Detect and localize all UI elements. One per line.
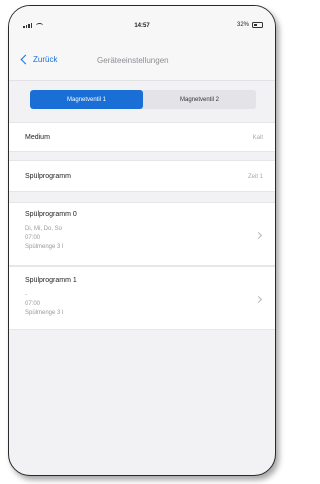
battery-percent: 32% bbox=[236, 22, 249, 28]
phone-frame: 14:57 32% Zurück Geräteeinstellungen Mag… bbox=[8, 5, 276, 476]
navigation-bar: Zurück Geräteeinstellungen bbox=[9, 44, 275, 81]
program-1-days: - bbox=[25, 292, 27, 298]
valve-segmented-control: Magnetventil 1 Magnetventil 2 bbox=[30, 90, 256, 109]
program-0-amount: Spülmenge 3 l bbox=[25, 244, 64, 250]
page-title: Geräteeinstellungen bbox=[97, 56, 169, 65]
medium-value: Kalt bbox=[252, 135, 263, 141]
program-value: Zeit 1 bbox=[247, 174, 263, 180]
battery-icon bbox=[252, 22, 263, 28]
chevron-right-icon bbox=[254, 295, 263, 304]
program-0-title: Spülprogramm 0 bbox=[25, 211, 77, 218]
program-0-row[interactable]: Spülprogramm 0 Di, Mi, Do, So 07:00 Spül… bbox=[9, 202, 275, 266]
status-time: 14:57 bbox=[134, 23, 150, 29]
program-0-time: 07:00 bbox=[25, 235, 41, 241]
status-bar: 14:57 32% bbox=[9, 6, 275, 44]
segment-magnetventil-1[interactable]: Magnetventil 1 bbox=[30, 90, 143, 109]
chevron-right-icon bbox=[254, 231, 263, 240]
program-1-time: 07:00 bbox=[25, 301, 41, 307]
program-label: Spülprogramm bbox=[25, 173, 71, 180]
chevron-left-icon bbox=[20, 54, 31, 65]
program-1-title: Spülprogramm 1 bbox=[25, 277, 77, 284]
program-row[interactable]: Spülprogramm Zeit 1 bbox=[9, 160, 275, 192]
segment-magnetventil-2[interactable]: Magnetventil 2 bbox=[143, 90, 256, 109]
medium-row[interactable]: Medium Kalt bbox=[9, 122, 275, 152]
program-1-amount: Spülmenge 3 l bbox=[25, 310, 64, 316]
back-label: Zurück bbox=[33, 55, 58, 64]
program-1-row[interactable]: Spülprogramm 1 - 07:00 Spülmenge 3 l bbox=[9, 266, 275, 330]
medium-label: Medium bbox=[25, 134, 50, 141]
status-right: 32% bbox=[237, 22, 263, 28]
program-0-days: Di, Mi, Do, So bbox=[25, 226, 63, 232]
back-button[interactable]: Zurück bbox=[20, 54, 58, 65]
